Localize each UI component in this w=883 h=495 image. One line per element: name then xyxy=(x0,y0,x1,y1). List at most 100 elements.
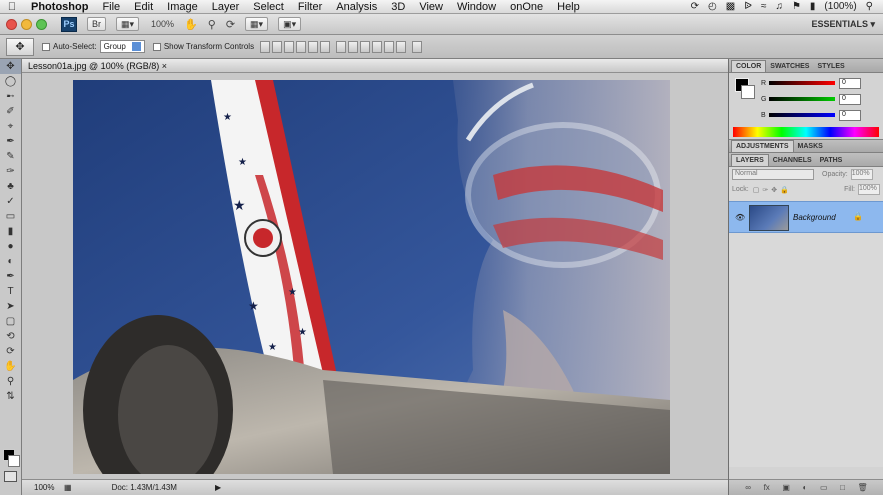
quick-selection-tool-icon[interactable]: ✐ xyxy=(0,104,21,119)
battery-icon[interactable]: ▮ xyxy=(810,1,816,12)
path-selection-tool-icon[interactable]: ➤ xyxy=(0,299,21,314)
wifi-icon[interactable]: ≈ xyxy=(761,1,767,12)
tab-styles[interactable]: STYLES xyxy=(813,61,848,72)
move-tool-icon[interactable]: ✥ xyxy=(0,59,21,74)
time-machine-icon[interactable]: ◴ xyxy=(708,1,717,12)
show-transform-checkbox[interactable]: Show Transform Controls xyxy=(152,42,254,51)
blue-slider[interactable]: B 0 xyxy=(761,108,881,122)
adjustment-layer-icon[interactable]: ◐ xyxy=(803,483,808,492)
crop-tool-icon[interactable]: ⌖ xyxy=(0,119,21,134)
green-slider[interactable]: G 0 xyxy=(761,92,881,106)
apple-icon[interactable]:  xyxy=(0,1,24,13)
document-canvas[interactable]: ★ ★ ★ ★ ★ ★ ★ xyxy=(73,80,670,474)
marquee-tool-icon[interactable]: ◯ xyxy=(0,74,21,89)
menu-3d[interactable]: 3D xyxy=(384,1,412,13)
tab-masks[interactable]: MASKS xyxy=(794,141,827,152)
lock-image-icon[interactable]: ✑ xyxy=(762,186,768,194)
volume-icon[interactable]: ♫ xyxy=(775,1,783,12)
pen-tool-icon[interactable]: ✒ xyxy=(0,269,21,284)
spotlight-icon[interactable]: ⚲ xyxy=(866,1,873,12)
document-tab[interactable]: Lesson01a.jpg @ 100% (RGB/8) × xyxy=(22,59,728,73)
3d-orbit-tool-icon[interactable]: ⟳ xyxy=(0,344,21,359)
flag-icon[interactable]: ⚑ xyxy=(792,1,801,12)
arrange-documents-button[interactable]: ▦▾ xyxy=(245,17,269,31)
menu-file[interactable]: File xyxy=(95,1,127,13)
new-group-icon[interactable]: ▭ xyxy=(820,483,828,492)
brush-tool-icon[interactable]: ✑ xyxy=(0,164,21,179)
tab-layers[interactable]: LAYERS xyxy=(731,154,769,166)
minimize-icon[interactable] xyxy=(21,18,32,30)
swap-colors-icon[interactable]: ⇅ xyxy=(0,389,21,404)
tab-swatches[interactable]: SWATCHES xyxy=(766,61,813,72)
menu-view[interactable]: View xyxy=(412,1,450,13)
menu-select[interactable]: Select xyxy=(246,1,291,13)
green-slider-bar[interactable] xyxy=(769,97,835,101)
tool-preset-picker[interactable]: ✥ xyxy=(6,37,34,56)
distribute-left-icon[interactable] xyxy=(372,40,383,53)
lock-all-icon[interactable]: 🔒 xyxy=(780,186,789,194)
gradient-tool-icon[interactable]: ▮ xyxy=(0,224,21,239)
type-tool-icon[interactable]: T xyxy=(0,284,21,299)
lasso-tool-icon[interactable]: ➸ xyxy=(0,89,21,104)
auto-select-box[interactable] xyxy=(42,42,50,51)
align-vcenter-icon[interactable] xyxy=(272,40,283,53)
history-brush-tool-icon[interactable]: ✓ xyxy=(0,194,21,209)
workspace-switcher[interactable]: ESSENTIALS ▾ xyxy=(811,19,875,30)
blend-mode-dropdown[interactable]: Normal xyxy=(732,169,814,180)
zoom-icon[interactable] xyxy=(36,18,47,30)
blue-slider-bar[interactable] xyxy=(769,113,835,117)
color-spectrum-bar[interactable] xyxy=(733,127,879,137)
trash-icon[interactable]: 🗑 xyxy=(858,483,868,492)
tab-paths[interactable]: PATHS xyxy=(816,155,847,166)
menu-filter[interactable]: Filter xyxy=(291,1,329,13)
auto-align-icon[interactable] xyxy=(412,40,423,53)
menu-layer[interactable]: Layer xyxy=(205,1,247,13)
menu-analysis[interactable]: Analysis xyxy=(329,1,384,13)
launch-bridge-button[interactable]: Br xyxy=(87,17,106,31)
tab-channels[interactable]: CHANNELS xyxy=(769,155,816,166)
shape-tool-icon[interactable]: ▢ xyxy=(0,314,21,329)
auto-select-dropdown[interactable]: Group xyxy=(99,40,145,53)
view-extras-button[interactable]: ▦▾ xyxy=(116,17,140,31)
blue-value[interactable]: 0 xyxy=(839,109,861,121)
blur-tool-icon[interactable]: ● xyxy=(0,239,21,254)
red-value[interactable]: 0 xyxy=(839,77,861,89)
sync-icon[interactable]: ⟳ xyxy=(691,1,699,12)
dodge-tool-icon[interactable]: ◐ xyxy=(0,254,21,269)
hand-icon[interactable]: ✋ xyxy=(0,359,21,374)
background-color-swatch[interactable] xyxy=(8,455,20,467)
zoom-icon-tool[interactable]: ⚲ xyxy=(0,374,21,389)
eye-icon[interactable]: 👁 xyxy=(735,213,745,222)
menu-window[interactable]: Window xyxy=(450,1,503,13)
add-mask-icon[interactable]: ▣ xyxy=(782,483,790,492)
screen-mode-button[interactable]: ▣▾ xyxy=(278,17,302,31)
eyedropper-tool-icon[interactable]: ✒ xyxy=(0,134,21,149)
distribute-hcenter-icon[interactable] xyxy=(384,40,395,53)
red-slider[interactable]: R 0 xyxy=(761,76,881,90)
align-bottom-icon[interactable] xyxy=(284,40,295,53)
zoom-level[interactable]: 100% xyxy=(151,19,174,29)
menu-edit[interactable]: Edit xyxy=(127,1,160,13)
bluetooth-icon[interactable]: ᐉ xyxy=(744,1,752,12)
auto-select-checkbox[interactable]: Auto-Select: xyxy=(42,42,97,51)
tab-color[interactable]: COLOR xyxy=(731,60,767,72)
status-zoom[interactable]: 100% xyxy=(34,483,64,492)
align-hcenter-icon[interactable] xyxy=(308,40,319,53)
clone-stamp-tool-icon[interactable]: ♣ xyxy=(0,179,21,194)
distribute-bottom-icon[interactable] xyxy=(360,40,371,53)
tab-adjustments[interactable]: ADJUSTMENTS xyxy=(731,140,794,152)
menu-onone[interactable]: onOne xyxy=(503,1,550,13)
red-slider-bar[interactable] xyxy=(769,81,835,85)
align-left-icon[interactable] xyxy=(296,40,307,53)
menu-image[interactable]: Image xyxy=(160,1,205,13)
status-menu-icon[interactable]: ▶ xyxy=(215,483,221,492)
lock-transparent-icon[interactable]: ▢ xyxy=(753,186,760,194)
fill-field[interactable]: 100% xyxy=(858,184,880,195)
menu-help[interactable]: Help xyxy=(550,1,587,13)
show-transform-box[interactable] xyxy=(152,42,161,51)
opacity-field[interactable]: 100% xyxy=(850,169,873,180)
quick-mask-icon[interactable] xyxy=(4,471,17,482)
layer-style-icon[interactable]: fx xyxy=(764,483,770,492)
lock-position-icon[interactable]: ✥ xyxy=(771,186,777,194)
zoom-tool-icon[interactable]: ⚲ xyxy=(208,18,216,31)
